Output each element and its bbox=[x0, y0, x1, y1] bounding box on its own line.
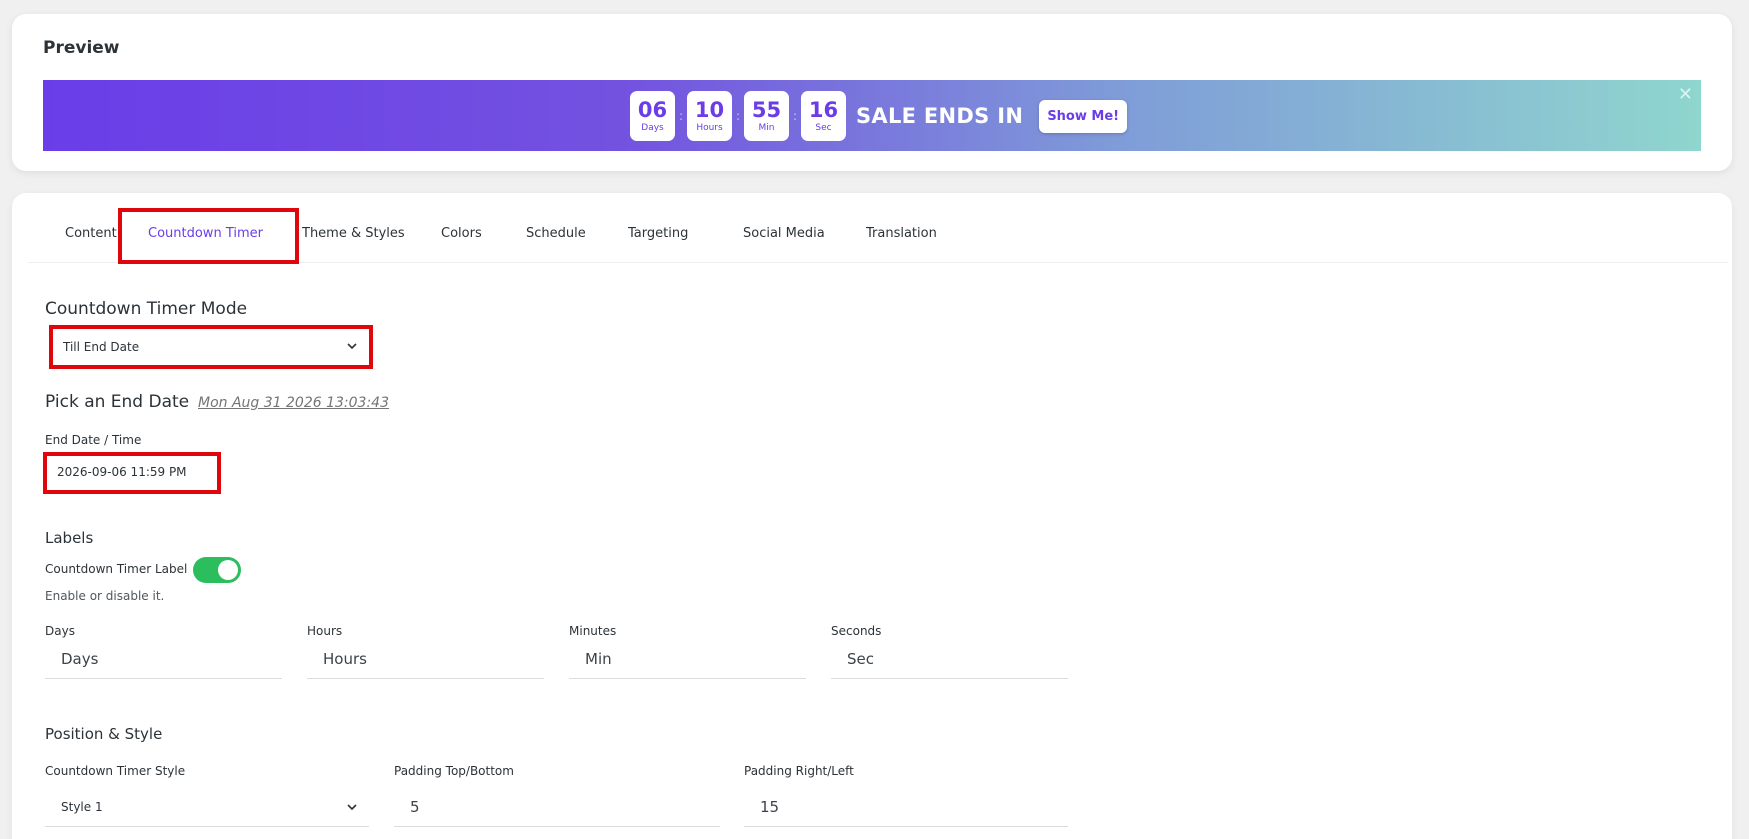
timer-mode-heading: Countdown Timer Mode bbox=[45, 299, 248, 319]
timer-minutes-value: 55 bbox=[751, 98, 782, 122]
padding-tb-input[interactable]: 5 bbox=[394, 787, 720, 827]
timer-label-toggle[interactable] bbox=[193, 557, 241, 583]
timer-style-label: Countdown Timer Style bbox=[45, 764, 186, 778]
padding-rl-input[interactable]: 15 bbox=[744, 787, 1068, 827]
chevron-down-icon bbox=[347, 804, 357, 811]
minutes-label-input[interactable]: Min bbox=[569, 639, 806, 679]
toggle-knob bbox=[218, 560, 238, 580]
highlight-end-date bbox=[43, 452, 221, 494]
sale-headline: SALE ENDS IN bbox=[856, 104, 1024, 128]
days-field-label: Days bbox=[45, 624, 75, 638]
timer-separator: : bbox=[735, 109, 741, 123]
current-date-link[interactable]: Mon Aug 31 2026 13:03:43 bbox=[198, 395, 389, 411]
position-style-heading: Position & Style bbox=[45, 725, 163, 743]
timer-minutes-label: Min bbox=[758, 123, 775, 133]
timer-seconds-box: 16 Sec bbox=[801, 91, 846, 141]
seconds-label-input[interactable]: Sec bbox=[831, 639, 1068, 679]
padding-rl-label: Padding Right/Left bbox=[744, 764, 854, 778]
timer-hours-label: Hours bbox=[696, 123, 723, 133]
timer-days-box: 06 Days bbox=[630, 91, 675, 141]
settings-card: Content Countdown Timer Theme & Styles C… bbox=[12, 193, 1732, 839]
timer-hours-box: 10 Hours bbox=[687, 91, 732, 141]
show-me-button[interactable]: Show Me! bbox=[1039, 99, 1128, 133]
tab-content[interactable]: Content bbox=[65, 226, 117, 241]
end-date-field-label: End Date / Time bbox=[45, 433, 142, 447]
hours-field-label: Hours bbox=[307, 624, 343, 638]
tab-schedule[interactable]: Schedule bbox=[526, 226, 586, 241]
close-icon[interactable]: ✕ bbox=[1678, 84, 1693, 105]
tab-targeting[interactable]: Targeting bbox=[628, 226, 688, 241]
timer-style-select[interactable]: Style 1 bbox=[45, 787, 369, 827]
timer-days-label: Days bbox=[641, 123, 664, 133]
highlight-timer-mode bbox=[49, 325, 373, 369]
tab-theme-styles[interactable]: Theme & Styles bbox=[302, 226, 405, 241]
seconds-field-label: Seconds bbox=[831, 624, 882, 638]
timer-seconds-value: 16 bbox=[808, 98, 839, 122]
days-label-input[interactable]: Days bbox=[45, 639, 282, 679]
highlight-tab bbox=[118, 208, 299, 264]
tab-social-media[interactable]: Social Media bbox=[743, 226, 825, 241]
preview-card: Preview 06 Days : 10 Hours : 55 Min : 16… bbox=[12, 14, 1732, 171]
preview-title: Preview bbox=[43, 38, 120, 58]
timer-label-toggle-label: Countdown Timer Label bbox=[45, 562, 188, 576]
padding-tb-label: Padding Top/Bottom bbox=[394, 764, 514, 778]
tab-translation[interactable]: Translation bbox=[866, 226, 937, 241]
timer-seconds-label: Sec bbox=[815, 123, 832, 133]
timer-days-value: 06 bbox=[637, 98, 668, 122]
timer-separator: : bbox=[792, 109, 798, 123]
timer-style-value: Style 1 bbox=[61, 799, 103, 814]
end-date-heading: Pick an End Date bbox=[45, 392, 190, 412]
toggle-hint: Enable or disable it. bbox=[45, 589, 165, 603]
timer-separator: : bbox=[678, 109, 684, 123]
minutes-field-label: Minutes bbox=[569, 624, 617, 638]
labels-heading: Labels bbox=[45, 529, 94, 547]
timer-hours-value: 10 bbox=[694, 98, 725, 122]
timer-minutes-box: 55 Min bbox=[744, 91, 789, 141]
countdown-bar: 06 Days : 10 Hours : 55 Min : 16 Sec SAL… bbox=[630, 91, 1128, 141]
hours-label-input[interactable]: Hours bbox=[307, 639, 544, 679]
tab-colors[interactable]: Colors bbox=[441, 226, 482, 241]
preview-banner: 06 Days : 10 Hours : 55 Min : 16 Sec SAL… bbox=[43, 80, 1701, 151]
